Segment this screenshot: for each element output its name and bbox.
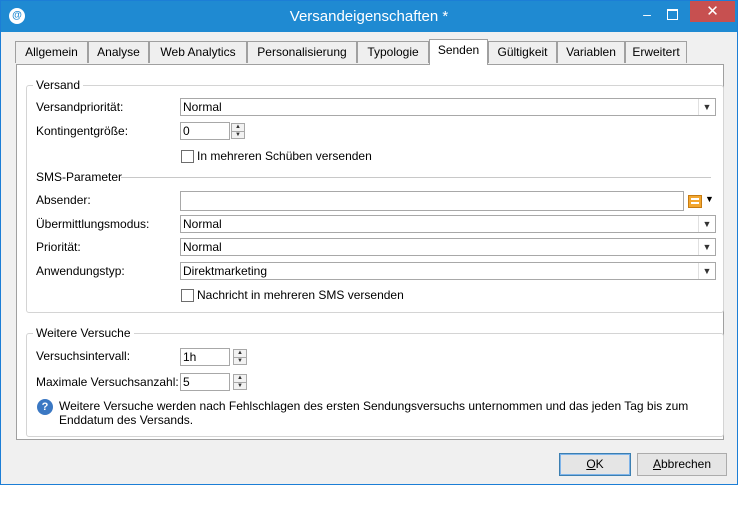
senden-panel: Versand Versandpriorität: Normal ▼ Konti… — [16, 64, 724, 440]
tab-typologie[interactable]: Typologie — [357, 41, 429, 63]
chevron-down-icon[interactable]: ▼ — [698, 239, 715, 255]
maximize-button[interactable] — [660, 5, 684, 25]
close-icon: ✕ — [706, 3, 719, 20]
priority-label: Versandpriorität: — [36, 100, 124, 114]
priority-value: Normal — [183, 100, 222, 114]
sender-dropdown-icon[interactable]: ▼ — [705, 194, 714, 204]
spin-down-icon[interactable]: ▼ — [232, 132, 244, 139]
batches-label: In mehreren Schüben versenden — [197, 149, 372, 163]
sender-input[interactable] — [180, 191, 684, 211]
max-retries-stepper[interactable]: ▲ ▼ — [233, 374, 247, 390]
tab-web-analytics[interactable]: Web Analytics — [149, 41, 247, 63]
max-retries-input[interactable]: 5 — [180, 373, 230, 391]
max-retries-label: Maximale Versuchsanzahl: — [36, 375, 179, 389]
quota-stepper[interactable]: ▲ ▼ — [231, 123, 245, 139]
info-icon: ? — [37, 399, 53, 415]
versand-group-title: Versand — [33, 78, 84, 92]
tab-erweitert[interactable]: Erweitert — [625, 41, 687, 63]
multi-sms-label: Nachricht in mehreren SMS versenden — [197, 288, 404, 302]
window-title: Versandeigenschaften * — [289, 8, 449, 25]
address-book-icon[interactable] — [688, 195, 702, 208]
spin-down-icon[interactable]: ▼ — [234, 358, 246, 365]
sender-label: Absender: — [36, 193, 91, 207]
chevron-down-icon[interactable]: ▼ — [698, 263, 715, 279]
interval-input[interactable]: 1h — [180, 348, 230, 366]
spin-up-icon[interactable]: ▲ — [232, 124, 244, 132]
interval-label: Versuchsintervall: — [36, 349, 131, 363]
mode-select[interactable]: Normal ▼ — [180, 215, 716, 233]
mode-value: Normal — [183, 217, 222, 231]
multi-sms-checkbox[interactable] — [181, 289, 194, 302]
priority-select[interactable]: Normal ▼ — [180, 98, 716, 116]
interval-stepper[interactable]: ▲ ▼ — [233, 349, 247, 365]
apptype-label: Anwendungstyp: — [36, 264, 125, 278]
chevron-down-icon[interactable]: ▼ — [698, 99, 715, 115]
tab-variablen[interactable]: Variablen — [557, 41, 625, 63]
info-text-line1: Weitere Versuche werden nach Fehlschlage… — [59, 399, 689, 413]
dialog-window: @ Versandeigenschaften * – ✕ Allgemein A… — [0, 0, 738, 485]
apptype-value: Direktmarketing — [183, 264, 268, 278]
ok-button[interactable]: OK — [559, 453, 631, 476]
close-button[interactable]: ✕ — [690, 1, 735, 22]
sms-priority-value: Normal — [183, 240, 222, 254]
tab-senden[interactable]: Senden — [429, 39, 488, 65]
sms-priority-select[interactable]: Normal ▼ — [180, 238, 716, 256]
tab-personalisierung[interactable]: Personalisierung — [247, 41, 357, 63]
sms-separator — [121, 177, 711, 178]
mode-label: Übermittlungsmodus: — [36, 217, 150, 231]
quota-input[interactable]: 0 — [180, 122, 230, 140]
maximize-icon — [667, 9, 678, 20]
cancel-button[interactable]: Abbrechen — [637, 453, 727, 476]
batches-checkbox[interactable] — [181, 150, 194, 163]
retries-group-title: Weitere Versuche — [33, 326, 134, 340]
minimize-button[interactable]: – — [635, 5, 659, 25]
sms-section-title: SMS-Parameter — [36, 170, 123, 184]
title-bar[interactable]: @ Versandeigenschaften * – ✕ — [1, 1, 737, 32]
spin-down-icon[interactable]: ▼ — [234, 383, 246, 390]
quota-label: Kontingentgröße: — [36, 124, 129, 138]
chevron-down-icon[interactable]: ▼ — [698, 216, 715, 232]
info-text-line2: Enddatum des Versands. — [59, 413, 194, 427]
tab-gueltigkeit[interactable]: Gültigkeit — [488, 41, 557, 63]
spin-up-icon[interactable]: ▲ — [234, 350, 246, 358]
tab-analyse[interactable]: Analyse — [88, 41, 149, 63]
apptype-select[interactable]: Direktmarketing ▼ — [180, 262, 716, 280]
sms-priority-label: Priorität: — [36, 240, 81, 254]
tab-allgemein[interactable]: Allgemein — [15, 41, 88, 63]
spin-up-icon[interactable]: ▲ — [234, 375, 246, 383]
